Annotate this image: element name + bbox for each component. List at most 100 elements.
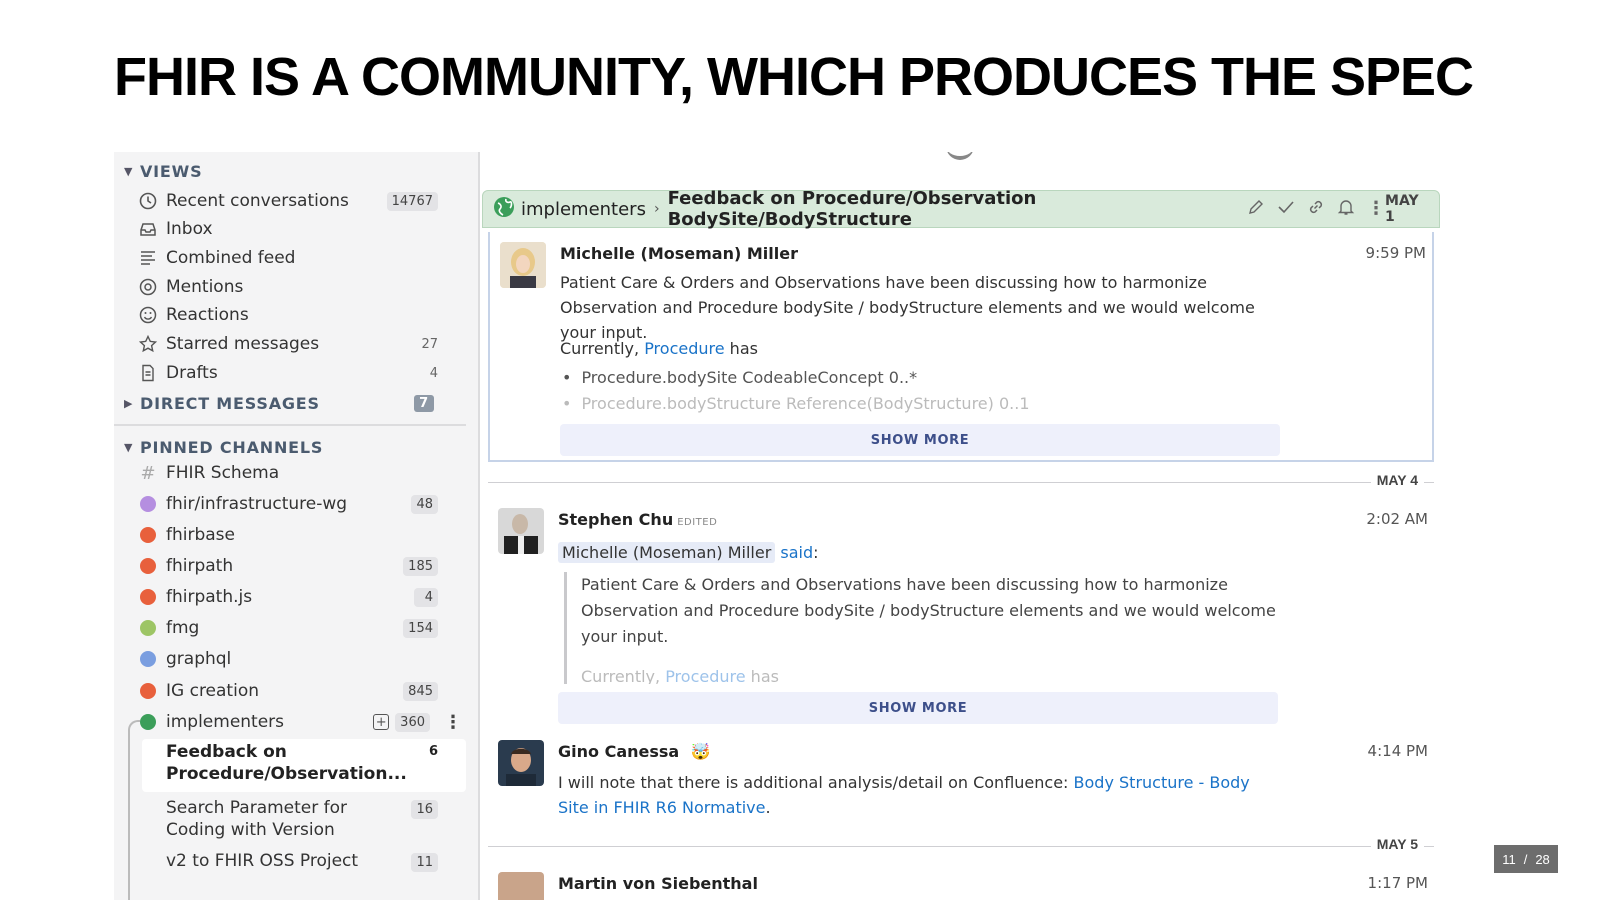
unread-count: 27 [421, 336, 438, 352]
quote-intro: Michelle (Moseman) Miller said: [558, 540, 1278, 565]
link-icon[interactable] [1307, 198, 1325, 221]
globe-icon [138, 618, 158, 638]
sender-name[interactable]: Gino Canessa 🤯 [558, 742, 711, 761]
message-gino: Gino Canessa 🤯 4:14 PM I will note that … [488, 736, 1434, 826]
smile-icon [138, 305, 158, 325]
globe-icon [138, 712, 158, 732]
bell-icon[interactable] [1337, 198, 1355, 221]
sender-name[interactable]: Martin von Siebenthal [558, 874, 758, 893]
message-time[interactable]: 1:17 PM [1368, 874, 1428, 892]
message-feed: implementers › Feedback on Procedure/Obs… [478, 152, 1486, 900]
avatar [498, 508, 544, 554]
at-icon [138, 277, 158, 297]
sidebar-item-label: Mentions [166, 277, 244, 297]
user-mention[interactable]: Michelle (Moseman) Miller [558, 542, 776, 563]
procedure-link[interactable]: Procedure [644, 339, 724, 358]
edited-label: EDITED [677, 517, 718, 528]
message-time[interactable]: 2:02 AM [1366, 510, 1428, 528]
show-more-button[interactable]: SHOW MORE [560, 424, 1280, 456]
sidebar-item-label: Recent conversations [166, 191, 349, 211]
sender-name[interactable]: Michelle (Moseman) Miller [560, 244, 798, 263]
globe-icon [493, 196, 515, 222]
avatar [500, 242, 546, 288]
topic-header-bar: implementers › Feedback on Procedure/Obs… [482, 188, 1440, 230]
new-topic-icon[interactable]: + [373, 714, 390, 730]
channel-fhir-schema[interactable]: # FHIR Schema [138, 459, 438, 487]
more-vertical-icon[interactable]: ⋮ [444, 712, 462, 733]
unread-count: 14767 [386, 191, 438, 211]
topic-tree-line [128, 720, 140, 900]
topic-search-parameter[interactable]: Search Parameter for Coding with Version… [142, 795, 466, 845]
avatar [498, 872, 544, 900]
channel-ig-creation[interactable]: IG creation 845 [138, 677, 438, 705]
bullet-item: • Procedure.bodySite CodeableConcept 0..* [562, 368, 918, 387]
resolve-check-icon[interactable] [1277, 198, 1295, 221]
sidebar-item-starred-messages[interactable]: Starred messages 27 [138, 330, 438, 358]
message-time[interactable]: 9:59 PM [1366, 244, 1426, 262]
pinned-channels-header[interactable]: ▼ PINNED CHANNELS [124, 435, 323, 459]
channel-fhirbase[interactable]: fhirbase [138, 521, 438, 549]
said-link[interactable]: said [780, 543, 813, 562]
globe-icon [138, 494, 158, 514]
star-icon [138, 334, 158, 354]
sidebar-item-reactions[interactable]: Reactions [138, 301, 438, 329]
sidebar-item-inbox[interactable]: Inbox [138, 215, 438, 243]
views-header[interactable]: ▼ VIEWS [124, 159, 202, 183]
sidebar-item-combined-feed[interactable]: Combined feed [138, 244, 438, 272]
channel-fhirpath-js[interactable]: fhirpath.js 4 [138, 583, 438, 611]
channel-fhirpath[interactable]: fhirpath 185 [138, 552, 438, 580]
message-martin: Martin von Siebenthal 1:17 PM [488, 868, 1434, 900]
draft-icon [138, 363, 158, 383]
sidebar-item-label: Drafts [166, 363, 218, 383]
exploding-head-emoji-icon: 🤯 [690, 742, 711, 761]
topic-tools: ⋮ [1247, 198, 1385, 221]
message-text: I will note that there is additional ana… [558, 773, 1250, 817]
sidebar-item-label: Combined feed [166, 248, 296, 268]
date-separator: MAY 5 [488, 836, 1434, 856]
sidebar-item-label: Starred messages [166, 334, 320, 354]
inbox-icon [138, 219, 158, 239]
caret-right-icon: ▶ [124, 396, 134, 410]
message-time[interactable]: 4:14 PM [1368, 742, 1428, 760]
channel-implementers[interactable]: implementers + 360 ⋮ [138, 708, 462, 736]
globe-icon [138, 556, 158, 576]
topic-v2-to-fhir[interactable]: v2 to FHIR OSS Project 11 [142, 848, 466, 878]
chevron-right-icon: › [653, 201, 660, 217]
hash-icon: # [140, 462, 156, 484]
date-separator: MAY 4 [488, 472, 1434, 492]
sender-name[interactable]: Stephen Chu EDITED [558, 510, 717, 529]
channel-graphql[interactable]: graphql [138, 645, 438, 673]
caret-down-icon: ▼ [124, 164, 134, 178]
globe-icon [138, 681, 158, 701]
avatar [498, 740, 544, 786]
sidebar-item-mentions[interactable]: Mentions [138, 273, 438, 301]
globe-icon [138, 525, 158, 545]
channel-fhir-infrastructure-wg[interactable]: fhir/infrastructure-wg 48 [138, 490, 438, 518]
show-more-button[interactable]: SHOW MORE [558, 692, 1278, 724]
quoted-message: Patient Care & Orders and Observations h… [564, 572, 1284, 684]
topic-feedback-procedure-observation[interactable]: Feedback on Procedure/Observation... 6 [142, 739, 466, 792]
direct-messages-header[interactable]: ▶ DIRECT MESSAGES 7 [124, 391, 434, 415]
globe-icon [138, 587, 158, 607]
unread-count: 4 [429, 365, 438, 381]
message-stephen: Stephen Chu EDITED 2:02 AM Michelle (Mose… [488, 504, 1434, 726]
topic-date: MAY 1 [1385, 193, 1419, 225]
globe-icon [138, 649, 158, 669]
procedure-link[interactable]: Procedure [665, 667, 745, 684]
caret-down-icon: ▼ [124, 440, 134, 454]
slide-title: FHIR IS A COMMUNITY, WHICH PRODUCES THE … [114, 47, 1474, 107]
sidebar-item-drafts[interactable]: Drafts 4 [138, 359, 438, 387]
message-currently-line: Currently, Procedure has [560, 339, 758, 358]
sidebar-item-recent-conversations[interactable]: Recent conversations 14767 [138, 187, 438, 215]
loading-spinner [946, 152, 974, 160]
slide-page-indicator: 11 / 28 [1494, 845, 1558, 873]
topic-name[interactable]: Feedback on Procedure/Observation BodySi… [668, 188, 1233, 230]
sidebar-item-label: Inbox [166, 219, 213, 239]
more-vertical-icon[interactable]: ⋮ [1367, 198, 1385, 221]
sidebar-item-label: Reactions [166, 305, 249, 325]
message-text: Patient Care & Orders and Observations h… [560, 273, 1255, 342]
edit-pencil-icon[interactable] [1247, 198, 1265, 221]
chat-app-window: ▼ VIEWS Recent conversations 14767 Inbox… [114, 152, 1486, 900]
channel-fmg[interactable]: fmg 154 [138, 614, 438, 642]
stream-name[interactable]: implementers [521, 199, 646, 220]
